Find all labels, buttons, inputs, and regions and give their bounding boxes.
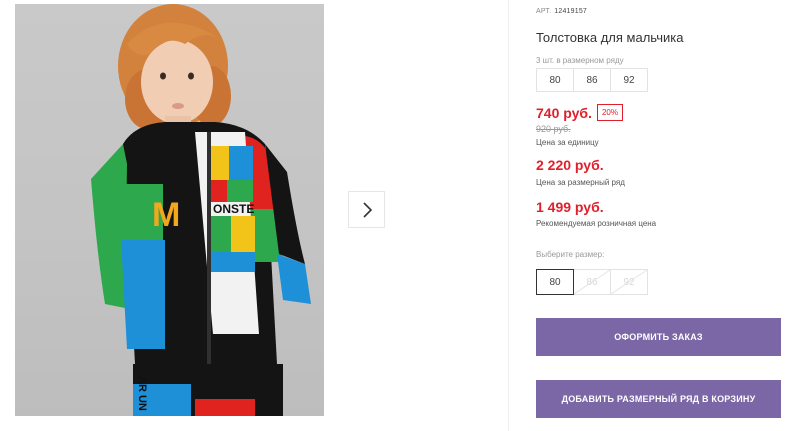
choose-size-caption: Выберите размер: xyxy=(536,250,605,259)
size-option-label: 80 xyxy=(549,276,561,288)
size-set-caption: 3 шт. в размерном ряду xyxy=(536,56,624,65)
size-option-92[interactable]: 92 xyxy=(610,269,648,295)
size-set-item: 86 xyxy=(573,68,611,92)
discount-badge: 20% xyxy=(596,104,623,121)
recommended-retail-price: 1 499 руб. xyxy=(536,199,604,215)
article-number: АРТ. 12419157 xyxy=(536,8,587,15)
size-set-item: 92 xyxy=(610,68,648,92)
size-set-price: 2 220 руб. xyxy=(536,157,604,173)
product-details: АРТ. 12419157 Толстовка для мальчика 3 шт… xyxy=(536,0,786,431)
place-order-button[interactable]: ОФОРМИТЬ ЗАКАЗ xyxy=(536,318,781,356)
jacket-letter: M xyxy=(152,196,180,234)
size-set-item: 80 xyxy=(536,68,574,92)
article-value: 12419157 xyxy=(554,8,588,15)
gallery-divider xyxy=(508,0,509,431)
article-label: АРТ. xyxy=(536,8,552,15)
product-title: Толстовка для мальчика xyxy=(536,30,684,45)
next-image-button[interactable] xyxy=(348,191,385,228)
chevron-right-icon xyxy=(362,201,372,218)
product-photo[interactable]: ONSTE M AR UN xyxy=(15,4,324,416)
old-price: 920 руб. xyxy=(536,124,571,134)
recommended-retail-price-caption: Рекомендуемая розничная цена xyxy=(536,219,657,228)
unit-price: 740 руб. xyxy=(536,104,592,121)
unavailable-strike-icon xyxy=(574,270,610,294)
size-selector: 80 86 92 xyxy=(536,269,648,295)
size-set-price-caption: Цена за размерный ряд xyxy=(536,178,625,187)
size-set-row: 80 86 92 xyxy=(536,68,648,92)
size-option-86[interactable]: 86 xyxy=(573,269,611,295)
price-block: 740 руб. 20% xyxy=(536,104,623,121)
shirt-print-text: ONSTE xyxy=(213,202,254,216)
product-photo-illustration: ONSTE M AR UN xyxy=(91,4,311,416)
add-size-set-to-cart-button[interactable]: ДОБАВИТЬ РАЗМЕРНЫЙ РЯД В КОРЗИНУ xyxy=(536,380,781,418)
product-gallery: ONSTE M AR UN xyxy=(0,0,510,431)
size-option-80[interactable]: 80 xyxy=(536,269,574,295)
unavailable-strike-icon xyxy=(611,270,647,294)
unit-price-caption: Цена за единицу xyxy=(536,138,599,147)
pants-print-text: AR UN xyxy=(136,376,148,411)
